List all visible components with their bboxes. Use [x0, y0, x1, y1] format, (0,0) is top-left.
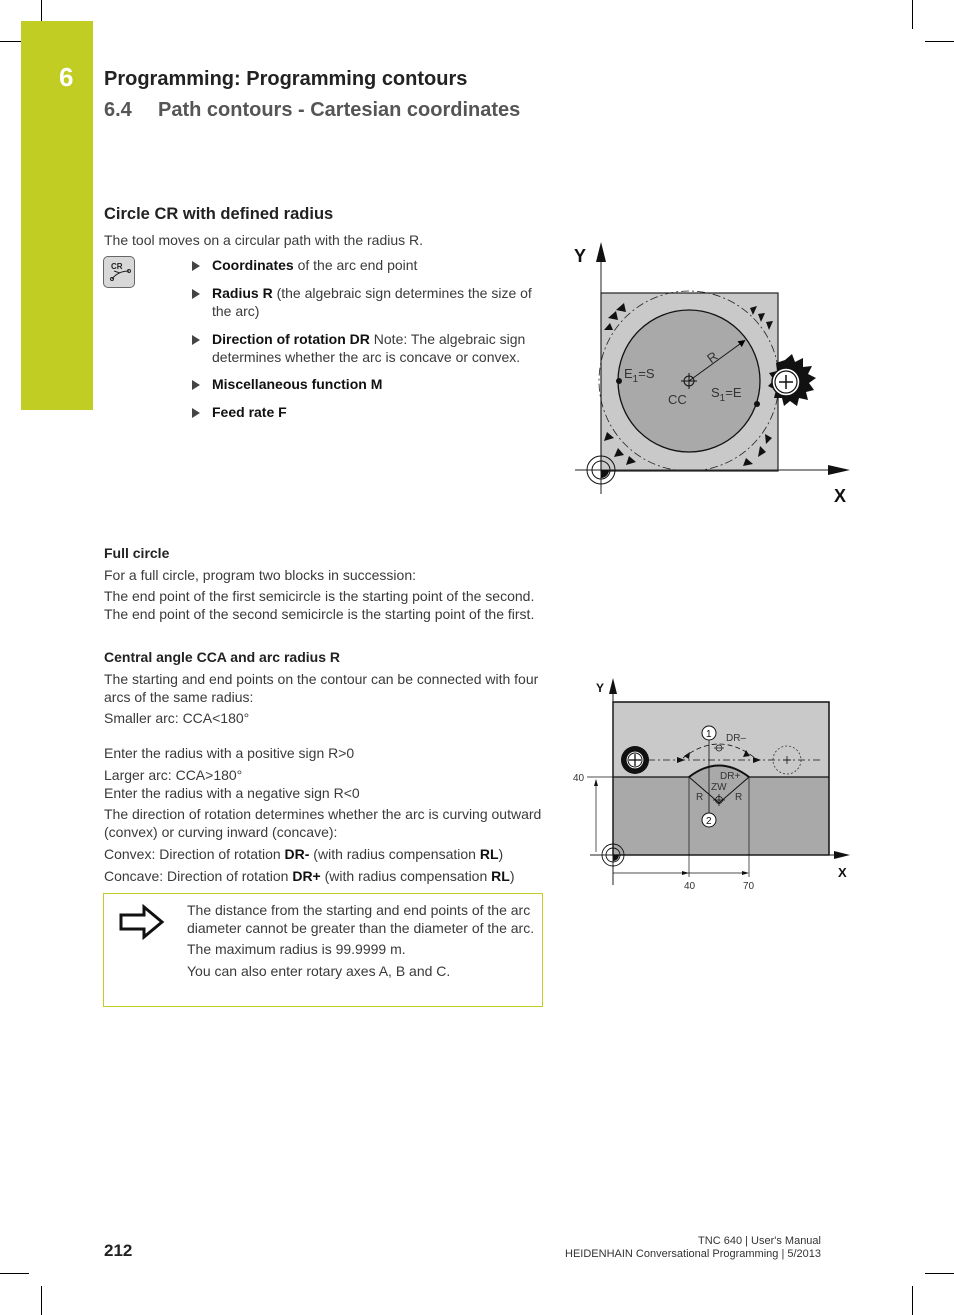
chapter-title: Programming: Programming contours [104, 68, 468, 90]
x-axis-arrow-icon [834, 851, 850, 859]
paragraph: The starting and end points on the conto… [104, 671, 539, 705]
paragraph: The end point of the first semicircle is… [104, 588, 535, 622]
dr-minus-label: DR– [726, 733, 746, 744]
page-number: 212 [104, 1241, 133, 1260]
bullet-item: Feed rate F [192, 404, 544, 422]
bullet-bold: Feed rate F [212, 404, 287, 420]
concave-paragraph: Concave: Direction of rotation DR+ (with… [104, 868, 515, 884]
bullet-bold: Radius R [212, 285, 273, 301]
note-line: You can also enter rotary axes A, B and … [187, 962, 451, 979]
paragraph: Enter the radius with a negative sign R<… [104, 785, 360, 801]
bullet-bold: Coordinates [212, 257, 294, 273]
marker-2-label: 2 [706, 816, 712, 827]
r-right-label: R [735, 792, 742, 803]
figure-cca-arc: Y X 40 40 70 1 2 DR– DR+ ZW R R [573, 678, 850, 892]
dim-70-x: 70 [743, 881, 755, 892]
dim-40-y: 40 [573, 773, 585, 784]
point-e1 [616, 378, 622, 384]
x-axis-label: X [838, 865, 847, 880]
chapter-number: 6 [59, 62, 74, 92]
figure-circle-cr: Y X R CC E1=S S1=E [574, 242, 850, 506]
bullet-triangle-icon [192, 335, 200, 345]
note-line: The distance from the starting and end p… [187, 902, 535, 936]
bullet-item: Direction of rotation DR Note: The algeb… [192, 331, 544, 366]
zw-label: ZW [711, 782, 727, 793]
bullet-bold: Miscellaneous function M [212, 376, 383, 392]
crop-mark [925, 1273, 954, 1274]
bullet-item: Miscellaneous function M [192, 376, 544, 394]
dim-40-x: 40 [684, 881, 696, 892]
arrow-right-icon [119, 904, 165, 940]
cr-key-label: CR [111, 262, 123, 271]
full-circle-heading: Full circle [104, 545, 170, 561]
bullet-text: of the arc end point [293, 257, 418, 273]
paragraph: The direction of rotation determines whe… [104, 806, 542, 840]
crop-mark [912, 1286, 913, 1315]
paragraph: For a full circle, program two blocks in… [104, 567, 416, 583]
section-title-text: Path contours - Cartesian coordinates [158, 99, 521, 121]
x-axis-arrow-icon [828, 465, 850, 475]
bullet-item: Coordinates of the arc end point [192, 257, 544, 275]
bullet-triangle-icon [192, 289, 200, 299]
section-number: 6.4 [104, 99, 132, 121]
crop-mark [41, 0, 42, 21]
footer-line-1: TNC 640 | User's Manual [698, 1235, 821, 1247]
cr-key-icon: CR [103, 256, 135, 288]
bullet-triangle-icon [192, 261, 200, 271]
r-left-label: R [696, 792, 703, 803]
convex-paragraph: Convex: Direction of rotation DR- (with … [104, 846, 504, 862]
bullet-item: Radius R (the algebraic sign determines … [192, 285, 544, 320]
paragraph: Larger arc: CCA>180° [104, 767, 243, 783]
paragraph: Smaller arc: CCA<180° [104, 710, 250, 726]
note-line: The maximum radius is 99.9999 m. [187, 941, 406, 957]
marker-1-label: 1 [706, 729, 712, 740]
crop-mark [925, 41, 954, 42]
section-title: 6.4 Path contours - Cartesian coordinates [104, 99, 520, 122]
paragraph: Enter the radius with a positive sign R>… [104, 745, 355, 761]
note-box: The distance from the starting and end p… [103, 893, 543, 1007]
point-s1 [754, 401, 760, 407]
y-axis-label: Y [574, 246, 586, 266]
y-axis-label: Y [596, 681, 604, 695]
footer-info: TNC 640 | User's Manual HEIDENHAIN Conve… [565, 1235, 821, 1261]
crop-mark [912, 0, 913, 29]
bullet-bold: Direction of rotation DR [212, 331, 370, 347]
subsection-heading: Circle CR with defined radius [104, 205, 334, 223]
cc-label: CC [668, 392, 687, 407]
x-axis-label: X [834, 486, 846, 506]
central-angle-heading: Central angle CCA and arc radius R [104, 649, 340, 665]
y-axis-arrow-icon [609, 678, 617, 694]
crop-mark [41, 1286, 42, 1315]
dr-plus-label: DR+ [720, 771, 740, 782]
intro-paragraph: The tool moves on a circular path with t… [104, 232, 424, 248]
footer-line-2: HEIDENHAIN Conversational Programming | … [565, 1248, 821, 1260]
chapter-tab [21, 21, 93, 410]
milling-cutter-icon [621, 746, 649, 774]
crop-mark [0, 41, 21, 42]
bullet-triangle-icon [192, 380, 200, 390]
crop-mark [0, 1273, 29, 1274]
bullet-triangle-icon [192, 408, 200, 418]
y-axis-arrow-icon [596, 242, 606, 262]
